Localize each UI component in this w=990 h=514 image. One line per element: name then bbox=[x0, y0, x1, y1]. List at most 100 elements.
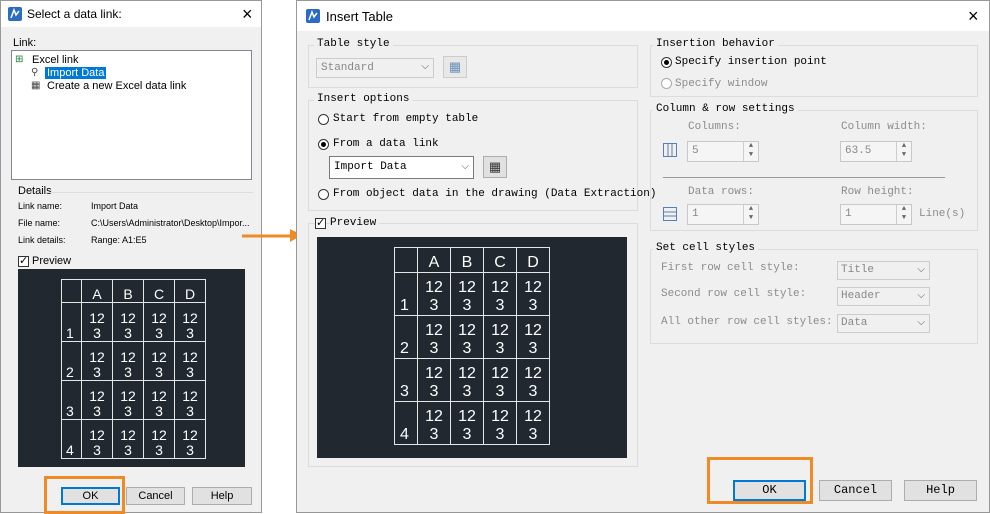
app-icon bbox=[8, 7, 22, 21]
arrow-icon bbox=[242, 229, 302, 242]
row-height-label: Row height: bbox=[841, 186, 914, 198]
table-cell: 12 3 bbox=[417, 358, 451, 402]
excel-link-icon: ⊞ bbox=[15, 54, 24, 65]
table-cell: 12 3 bbox=[417, 315, 451, 359]
link-label: Link: bbox=[13, 37, 37, 49]
start-empty-radio[interactable] bbox=[318, 114, 329, 125]
spin-arrows-icon: ▲ ▼ bbox=[743, 205, 758, 224]
table-cell: 12 3 bbox=[143, 302, 175, 342]
details-label-file-name: File name: bbox=[18, 218, 61, 228]
table-row: 3 12 3 12 3 12 3 12 3 bbox=[61, 380, 206, 420]
app-icon bbox=[306, 9, 320, 23]
chevron-down-icon: ⌵ bbox=[917, 291, 925, 302]
table-style-value: Standard bbox=[321, 62, 374, 74]
details-value-file-name: C:\Users\Administrator\Desktop\Impor... bbox=[91, 218, 250, 228]
table-cell: 12 3 bbox=[483, 272, 517, 316]
table-cell: 12 3 bbox=[483, 358, 517, 402]
table-cell: 12 3 bbox=[81, 380, 113, 420]
column-width-label: Column width: bbox=[841, 121, 927, 133]
from-data-link-label: From a data link bbox=[333, 138, 439, 150]
column-header: D bbox=[516, 247, 550, 273]
table-row: 1 12 3 12 3 12 3 12 3 bbox=[61, 302, 206, 342]
rows-icon bbox=[663, 207, 677, 221]
table-cell: 12 3 bbox=[112, 341, 144, 381]
spin-arrows-icon: ▲ ▼ bbox=[896, 142, 911, 161]
columns-stepper[interactable]: 5 ▲ ▼ bbox=[687, 141, 759, 162]
data-rows-label: Data rows: bbox=[688, 186, 755, 198]
row-height-stepper[interactable]: 1 ▲ ▼ bbox=[840, 204, 912, 225]
preview-checkbox[interactable]: ✓ bbox=[18, 256, 29, 267]
table-cell: 12 3 bbox=[174, 341, 206, 381]
second-row-style-label: Second row cell style: bbox=[661, 288, 807, 300]
chevron-down-icon: ⌵ bbox=[421, 62, 429, 73]
data-link-select[interactable]: Import Data ⌵ bbox=[329, 156, 474, 179]
chevron-down-icon: ⌵ bbox=[917, 265, 925, 276]
spin-arrows-icon: ▲ ▼ bbox=[896, 205, 911, 224]
data-rows-value: 1 bbox=[692, 208, 699, 220]
col-row-divider bbox=[663, 177, 945, 178]
from-data-link-radio[interactable] bbox=[318, 139, 329, 150]
insert-options-title: Insert options bbox=[314, 93, 413, 105]
details-value-link-details: Range: A1:E5 bbox=[91, 235, 147, 245]
row-number: 3 bbox=[394, 358, 418, 402]
row-number: 2 bbox=[394, 315, 418, 359]
table-cell: 12 3 bbox=[483, 315, 517, 359]
table-cell: 12 3 bbox=[450, 358, 484, 402]
preview-checkbox[interactable]: ✓ bbox=[315, 218, 326, 229]
table-cell: 12 3 bbox=[516, 358, 550, 402]
row-number: 2 bbox=[61, 341, 82, 381]
table-cell: 12 3 bbox=[417, 401, 451, 445]
tree-item-import-data[interactable]: Import Data bbox=[45, 67, 107, 79]
columns-icon bbox=[663, 143, 677, 157]
close-icon[interactable]: × bbox=[242, 5, 253, 23]
row-number: 4 bbox=[394, 401, 418, 445]
details-label-link-details: Link details: bbox=[18, 235, 66, 245]
details-title: Details bbox=[18, 185, 52, 197]
help-button[interactable]: Help bbox=[192, 487, 252, 505]
cancel-button[interactable]: Cancel bbox=[819, 480, 892, 501]
table-cell: 12 3 bbox=[516, 315, 550, 359]
table-row: 1 12 3 12 3 12 3 12 3 bbox=[394, 272, 550, 316]
other-rows-style-select: Data ⌵ bbox=[837, 314, 930, 333]
column-width-stepper[interactable]: 63.5 ▲ ▼ bbox=[840, 141, 912, 162]
cell-styles-title: Set cell styles bbox=[653, 242, 759, 254]
link-icon: ⚲ bbox=[31, 67, 39, 78]
column-header: B bbox=[112, 279, 144, 303]
second-row-style-value: Header bbox=[841, 290, 881, 302]
tree-root-excel-link[interactable]: Excel link bbox=[32, 54, 78, 66]
table-cell: 12 3 bbox=[450, 401, 484, 445]
columns-value: 5 bbox=[692, 145, 699, 157]
table-cell: 12 3 bbox=[516, 401, 550, 445]
row-height-unit: Line(s) bbox=[919, 208, 966, 220]
preview-panel: A B C D 1 12 3 12 3 12 3 12 3 2 12 3 12 … bbox=[18, 269, 245, 467]
cancel-button[interactable]: Cancel bbox=[126, 487, 185, 505]
details-divider bbox=[46, 192, 253, 193]
from-object-radio[interactable] bbox=[318, 189, 329, 200]
first-row-style-value: Title bbox=[841, 264, 875, 276]
column-header: D bbox=[174, 279, 206, 303]
preview-table: A B C D 1 12 3 12 3 12 3 12 3 2 12 3 12 … bbox=[61, 279, 206, 459]
specify-point-radio[interactable] bbox=[661, 57, 672, 68]
table-cell: 12 3 bbox=[450, 315, 484, 359]
table-cell: 12 3 bbox=[112, 302, 144, 342]
insert-table-dialog: Insert Table × Table style Standard ⌵ ▦ … bbox=[296, 0, 990, 513]
column-row-settings-title: Column & row settings bbox=[653, 103, 798, 115]
preview-table: A B C D 1 12 3 12 3 12 3 12 3 2 12 3 12 … bbox=[394, 247, 550, 445]
table-cell: 12 3 bbox=[81, 419, 113, 459]
help-button[interactable]: Help bbox=[904, 480, 977, 501]
second-row-style-select: Header ⌵ bbox=[837, 287, 930, 306]
data-link-manager-button[interactable]: ▦ bbox=[483, 156, 507, 178]
specify-window-radio[interactable] bbox=[661, 78, 672, 89]
chevron-down-icon: ⌵ bbox=[461, 162, 469, 173]
tree-item-create-new[interactable]: Create a new Excel data link bbox=[47, 80, 186, 92]
table-row: 2 12 3 12 3 12 3 12 3 bbox=[61, 341, 206, 381]
chevron-down-icon: ⌵ bbox=[917, 318, 925, 329]
data-rows-stepper[interactable]: 1 ▲ ▼ bbox=[687, 204, 759, 225]
table-style-title: Table style bbox=[314, 38, 393, 50]
close-icon[interactable]: × bbox=[968, 7, 979, 25]
ok-highlight-box bbox=[707, 457, 813, 504]
link-tree[interactable]: ⊞ Excel link ⚲ Import Data ▦ Create a ne… bbox=[11, 50, 252, 180]
other-rows-style-label: All other row cell styles: bbox=[661, 316, 833, 328]
table-cell: 12 3 bbox=[143, 341, 175, 381]
column-header: A bbox=[417, 247, 451, 273]
